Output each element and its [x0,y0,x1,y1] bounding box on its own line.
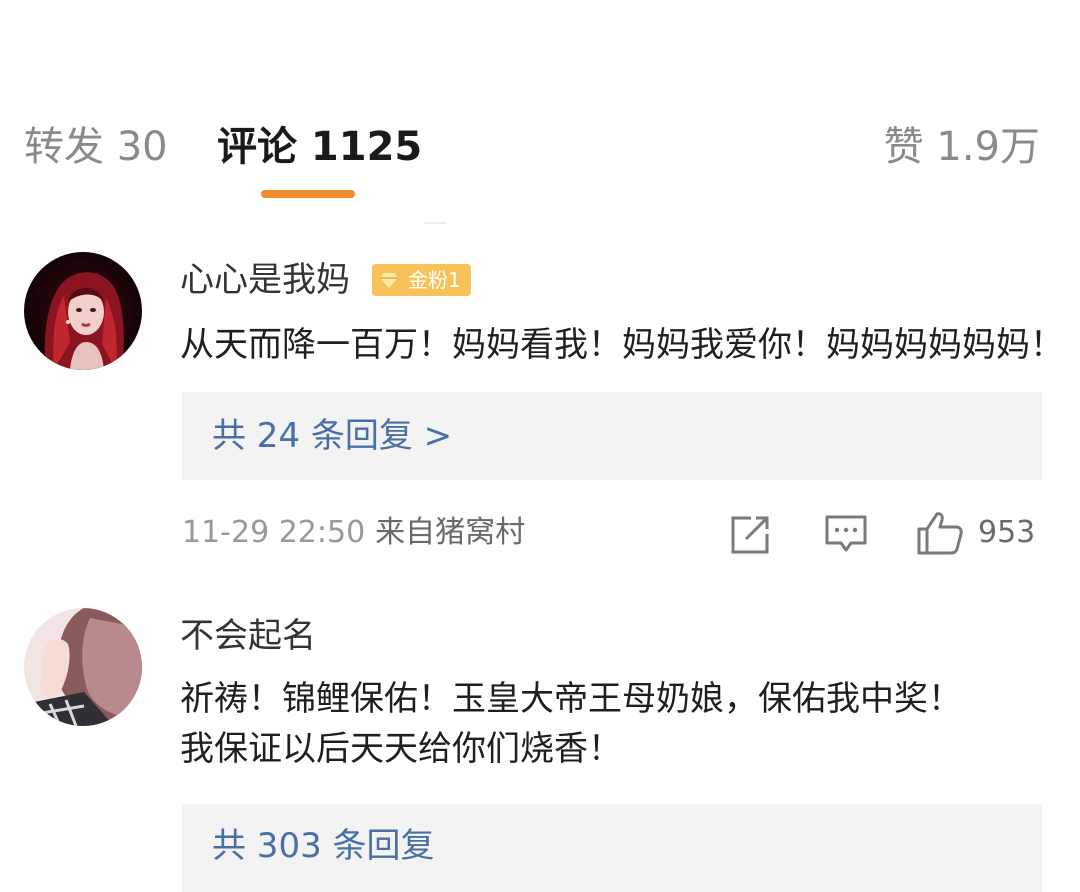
tab-repost[interactable]: 转发 30 [24,118,168,176]
share-icon [731,516,769,554]
username[interactable]: 不会起名 [180,614,316,658]
comment-line: 祈祷！锦鲤保佑！玉皇大帝王母奶娘，保佑我中奖！ [180,679,962,719]
comment-line: 我保证以后天天给你们烧香！ [180,729,622,769]
comment-time: 11-29 22:50 [182,515,366,550]
comment-item: 不会起名 祈祷！锦鲤保佑！玉皇大帝王母奶娘，保佑我中奖！ 我保证以后天天给你们烧… [0,608,1080,892]
view-replies-link[interactable]: 共 303 条回复 [212,802,435,890]
fan-badge[interactable]: 金粉1 [372,264,471,296]
like-count: 953 [978,515,1036,550]
comment-tabs: 转发 30 评论 1125 赞 1.9万 [0,118,1080,178]
reply-summary[interactable]: 共 303 条回复 [182,804,1042,892]
tab-comment[interactable]: 评论 1125 [217,118,422,176]
reply-summary[interactable]: 共 24 条回复 > [182,392,1042,480]
comment-text: 祈祷！锦鲤保佑！玉皇大帝王母奶娘，保佑我中奖！ 我保证以后天天给你们烧香！ [180,674,962,774]
diamond-icon [380,273,398,288]
active-tab-indicator [261,190,355,198]
comment-item: 心心是我妈 金粉1 从天而降一百万！妈妈看我！妈妈我爱你！妈妈妈妈妈妈！ 共 2… [0,252,1080,572]
comment-text: 从天而降一百万！妈妈看我！妈妈我爱你！妈妈妈妈妈妈！ [180,320,1064,370]
badge-label: 金粉1 [408,268,461,292]
comment-source: 来自猪窝村 [375,515,526,550]
like-button[interactable]: 953 [916,510,1042,556]
username[interactable]: 心心是我妈 [180,258,350,302]
divider [424,222,446,224]
avatar[interactable] [24,252,142,370]
share-button[interactable] [729,510,771,556]
comment-icon [825,515,867,552]
view-replies-link[interactable]: 共 24 条回复 > [212,392,452,480]
comment-meta: 11-29 22:50 来自猪窝村 [182,508,525,558]
comment-line: 从天而降一百万！妈妈看我！妈妈我爱你！妈妈妈妈妈妈！ [180,325,1064,365]
reply-button[interactable] [824,510,868,556]
thumbs-up-icon [917,512,963,555]
tab-like[interactable]: 赞 1.9万 [884,118,1040,176]
avatar[interactable] [24,608,142,726]
